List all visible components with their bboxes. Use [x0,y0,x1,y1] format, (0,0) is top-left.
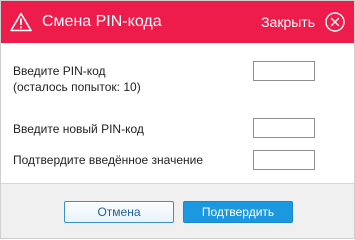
dialog-title: Смена PIN-кода [42,13,162,30]
confirm-pin-label: Подтвердите введённое значение [13,153,204,167]
close-icon[interactable] [325,12,345,32]
close-link[interactable]: Закрыть [261,14,315,31]
current-pin-label: Введите PIN-код [13,64,106,78]
warning-icon [10,12,32,32]
confirm-button[interactable]: Подтвердить [183,201,293,223]
attempts-remaining-note: (осталось попыток: 10) [13,80,141,94]
cancel-button[interactable]: Отмена [64,201,174,223]
dialog-footer: Отмена Подтвердить [1,184,354,238]
new-pin-label: Введите новый PIN-код [13,122,144,136]
new-pin-input[interactable] [253,118,315,138]
pin-change-dialog: Смена PIN-кода Закрыть Введите PIN-код (… [0,0,355,239]
dialog-body: Введите PIN-код (осталось попыток: 10) В… [1,43,354,183]
current-pin-input[interactable] [253,61,315,81]
dialog-titlebar: Смена PIN-кода Закрыть [1,1,354,43]
confirm-pin-input[interactable] [253,150,315,170]
